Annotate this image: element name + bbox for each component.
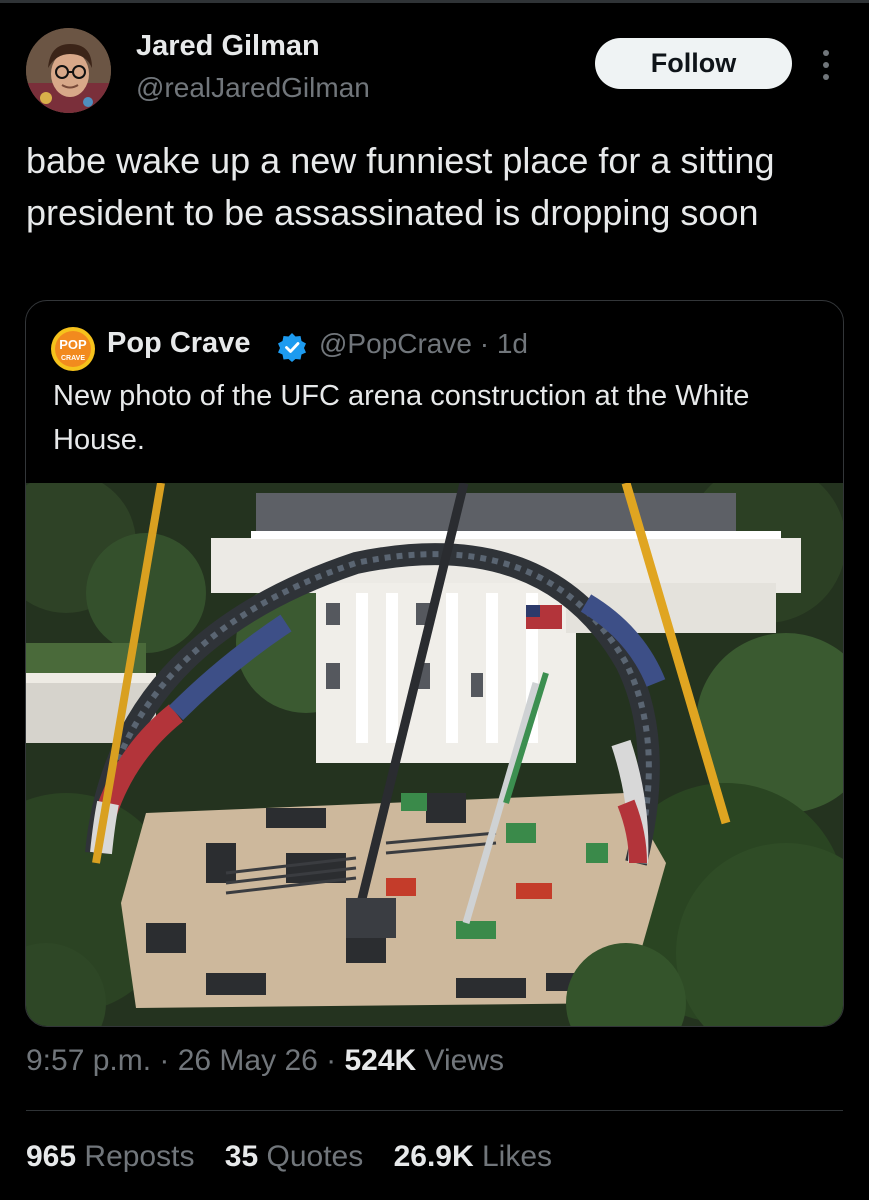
follow-button[interactable]: Follow [595,38,792,89]
author-name[interactable]: Jared Gilman [136,30,320,63]
quoted-handle-time: @PopCrave · 1d [319,328,528,359]
reposts-stat[interactable]: 965 Reposts [26,1140,194,1173]
likes-label: Likes [473,1140,553,1173]
pop-crave-logo: POP CRAVE [51,327,95,371]
views-count: 524K [344,1044,417,1077]
quotes-count: 35 [224,1140,259,1173]
verified-badge-icon [277,332,307,362]
logo-text-bottom: CRAVE [61,355,85,362]
author-avatar[interactable] [26,28,111,113]
views-label: Views [416,1044,505,1077]
quoted-author-name[interactable]: Pop Crave [107,327,250,360]
quotes-stat[interactable]: 35 Quotes [225,1140,363,1173]
tweet-timestamp[interactable]: 9:57 p.m. · 26 May 26 · 524K Views [26,1044,504,1078]
quotes-label: Quotes [258,1140,364,1173]
divider [26,1110,843,1111]
timestamp-text: 9:57 p.m. · 26 May 26 · [26,1044,345,1077]
logo-text-top: POP [59,337,87,352]
tweet-text: babe wake up a new funniest place for a … [26,140,775,233]
engagement-stats: 965 Reposts 35 Quotes 26.9K Likes [26,1140,574,1174]
avatar-image [26,28,111,113]
top-border [0,0,869,3]
quoted-tweet-text: New photo of the UFC arena construction … [53,380,750,456]
quoted-photo[interactable] [26,483,843,1026]
author-handle[interactable]: @realJaredGilman [136,72,370,104]
likes-stat[interactable]: 26.9K Likes [394,1140,552,1173]
more-options-icon[interactable] [819,48,833,82]
likes-count: 26.9K [393,1140,474,1173]
reposts-label: Reposts [76,1140,195,1173]
quoted-tweet-card[interactable]: POP CRAVE Pop Crave @PopCrave · 1d New p… [25,300,844,1027]
reposts-count: 965 [26,1140,77,1173]
